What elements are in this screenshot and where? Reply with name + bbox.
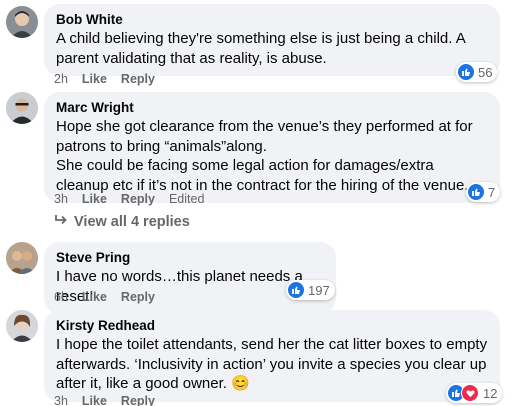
comment-actions: 6h Like Reply (54, 290, 155, 305)
reply-button[interactable]: Reply (121, 72, 155, 87)
avatar[interactable] (6, 310, 38, 342)
reaction-count: 12 (483, 385, 498, 401)
reaction-summary[interactable]: 7 (466, 182, 501, 202)
comment-author[interactable]: Marc Wright (56, 99, 488, 116)
reply-arrow-icon (54, 214, 68, 230)
comment-time[interactable]: 6h (54, 290, 68, 305)
reply-button[interactable]: Reply (121, 192, 155, 207)
reaction-summary[interactable]: 12 (446, 383, 503, 403)
comment-actions: 2h Like Reply (54, 72, 155, 87)
reaction-count: 197 (308, 282, 330, 298)
comment-author[interactable]: Steve Pring (56, 249, 324, 266)
comment-text-line: She could be facing some legal action fo… (56, 157, 473, 194)
comment-bubble: Marc Wright Hope she got clearance from … (44, 92, 500, 203)
thumbs-up-icon (468, 184, 484, 200)
reply-button[interactable]: Reply (121, 394, 155, 406)
reaction-count: 56 (478, 64, 493, 80)
view-replies-label: View all 4 replies (74, 214, 190, 230)
reply-button[interactable]: Reply (121, 290, 155, 305)
avatar[interactable] (6, 92, 38, 124)
like-button[interactable]: Like (82, 72, 107, 87)
thumbs-up-icon (458, 64, 474, 80)
like-button[interactable]: Like (82, 192, 107, 207)
comment-time[interactable]: 3h (54, 394, 68, 406)
comment-actions: 3h Like Reply Edited (54, 192, 204, 207)
comment-time[interactable]: 3h (54, 192, 68, 207)
like-button[interactable]: Like (82, 394, 107, 406)
heart-icon (461, 384, 479, 402)
reaction-summary[interactable]: 197 (286, 280, 335, 300)
thumbs-up-icon (288, 282, 304, 298)
comment-bubble: Bob White A child believing they're some… (44, 4, 500, 76)
view-replies-link[interactable]: View all 4 replies (54, 214, 190, 230)
edited-label[interactable]: Edited (169, 192, 204, 207)
avatar[interactable] (6, 6, 38, 38)
comment-actions: 3h Like Reply (54, 394, 155, 406)
like-button[interactable]: Like (82, 290, 107, 305)
comment-text: A child believing they're something else… (56, 30, 465, 67)
avatar[interactable] (6, 242, 38, 274)
comment-author[interactable]: Kirsty Redhead (56, 317, 488, 334)
comment-author[interactable]: Bob White (56, 11, 488, 28)
reaction-count: 7 (488, 184, 496, 200)
comment-text: I hope the toilet attendants, send her t… (56, 336, 488, 392)
comment-bubble: Kirsty Redhead I hope the toilet attenda… (44, 310, 500, 402)
comment-time[interactable]: 2h (54, 72, 68, 87)
comment-text-line: Hope she got clearance from the venue’s … (56, 118, 473, 155)
reaction-summary[interactable]: 56 (456, 62, 498, 82)
